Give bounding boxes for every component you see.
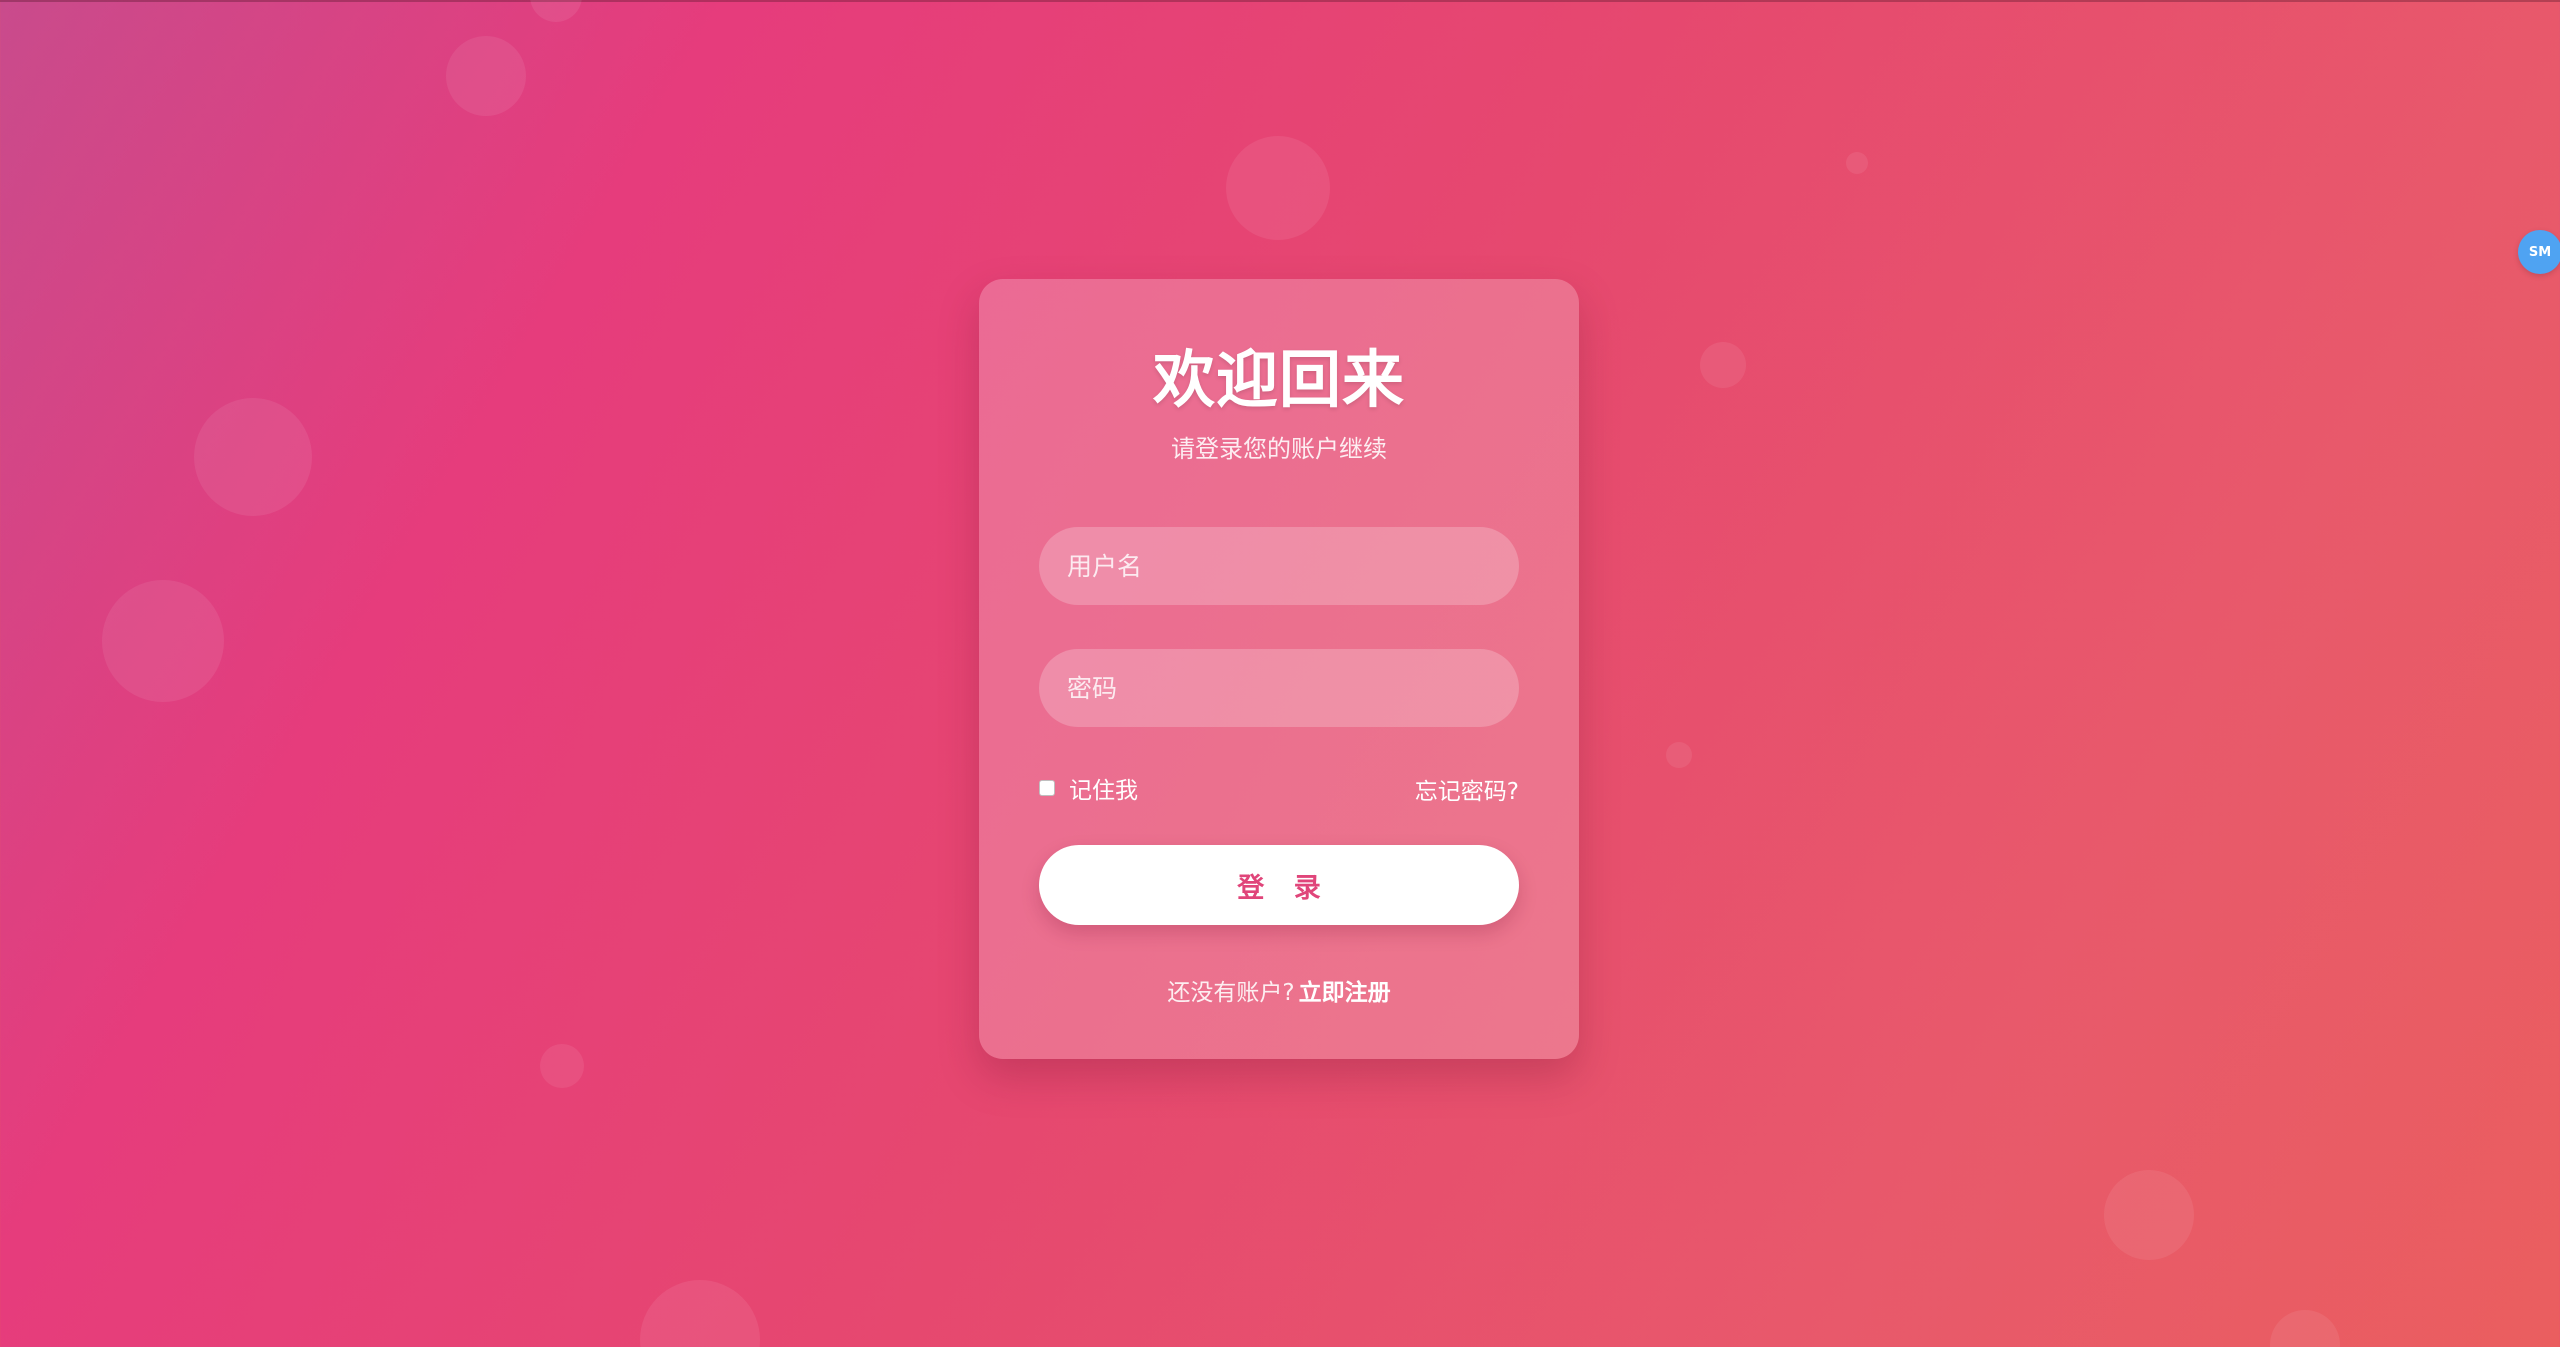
signup-prompt-text: 还没有账户? [1167, 980, 1295, 1006]
decorative-bubble [1666, 742, 1692, 768]
decorative-bubble [194, 398, 312, 516]
signup-link[interactable]: 立即注册 [1299, 980, 1391, 1006]
login-button[interactable]: 登 录 [1039, 845, 1519, 925]
decorative-bubble [640, 1280, 760, 1347]
decorative-bubble [2270, 1310, 2340, 1347]
login-title: 欢迎回来 [1152, 343, 1405, 416]
top-border [0, 0, 2560, 2]
decorative-bubble [1700, 342, 1746, 388]
decorative-bubble [2104, 1170, 2194, 1260]
remember-me-label: 记住我 [1069, 778, 1138, 804]
decorative-bubble [446, 36, 526, 116]
signup-prompt: 还没有账户? 立即注册 [979, 973, 1579, 1007]
remember-me[interactable]: 记住我 [1039, 771, 1138, 805]
login-card: 欢迎回来 请登录您的账户继续 记住我 忘记密码? 登 录 还没有账户?立即注册 [979, 279, 1579, 1059]
username-input[interactable] [1039, 527, 1519, 605]
remember-me-checkbox[interactable] [1039, 780, 1055, 796]
decorative-bubble [540, 1044, 584, 1088]
decorative-bubble [102, 580, 224, 702]
decorative-bubble [1226, 136, 1330, 240]
login-subtitle: 请登录您的账户继续 [1171, 435, 1387, 463]
decorative-bubble [530, 0, 582, 22]
password-input[interactable] [1039, 649, 1519, 727]
floating-badge-button[interactable]: SM [2518, 230, 2560, 274]
forgot-password-link[interactable]: 忘记密码? [1415, 772, 1519, 806]
decorative-bubble [1846, 152, 1868, 174]
